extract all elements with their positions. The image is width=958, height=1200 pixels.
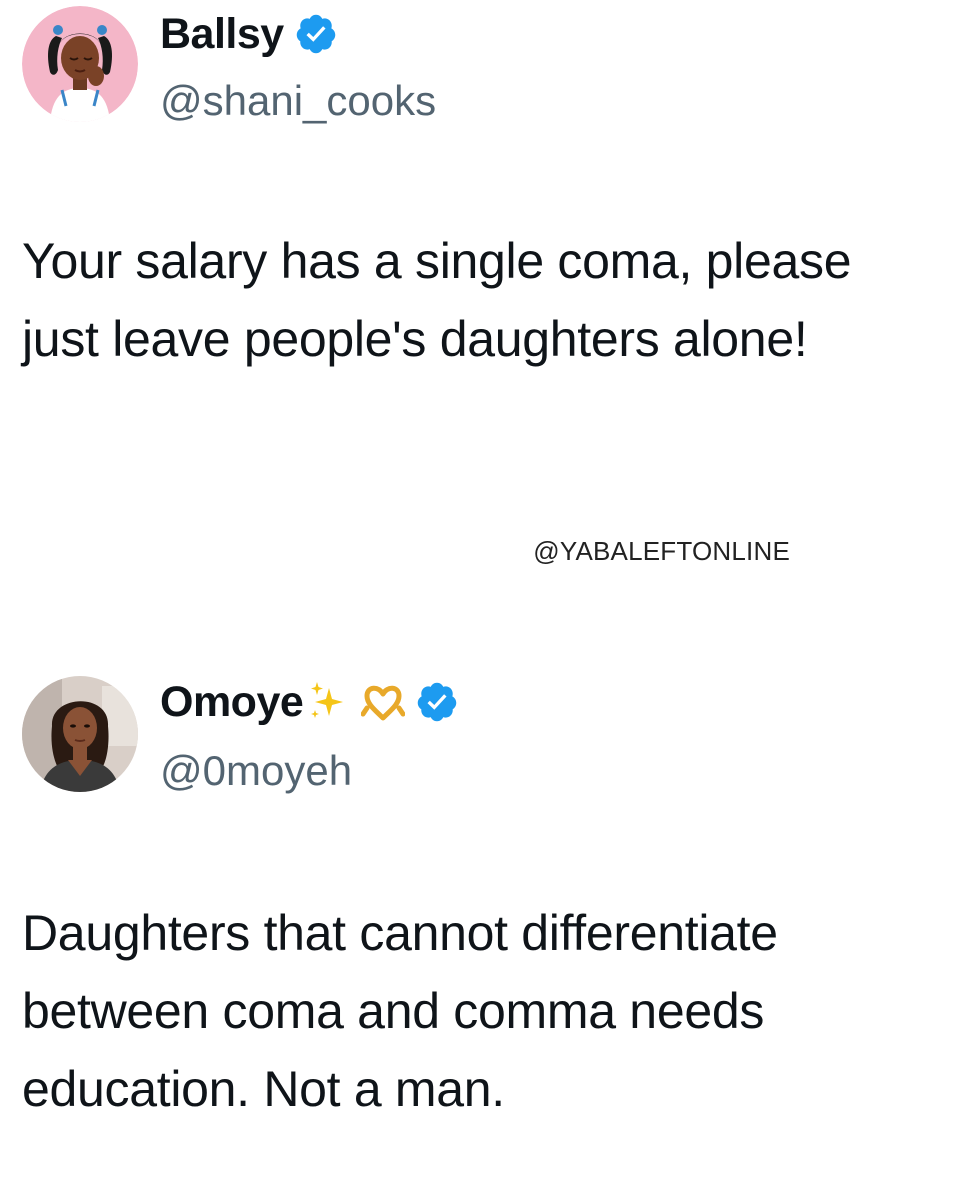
tweet-card-omoye: Omoye @0moyeh Daughters that cannot diff…	[0, 668, 958, 1200]
name-row: Ballsy	[160, 4, 338, 64]
display-name[interactable]: Omoye	[160, 680, 304, 724]
avatar-photo-woman-icon	[22, 676, 138, 792]
heart-hands-icon	[360, 680, 406, 724]
sparkles-icon	[307, 680, 351, 724]
display-name[interactable]: Ballsy	[160, 12, 284, 56]
avatar-cartoon-woman-icon	[22, 6, 138, 122]
tweet-text: Daughters that cannot differentiate betw…	[22, 905, 778, 1117]
verified-badge-icon	[415, 680, 459, 724]
avatar[interactable]	[22, 676, 138, 792]
tweet-card-ballsy: Ballsy @shani_cooks Your salary has a si…	[0, 0, 958, 566]
name-row: Omoye	[160, 672, 459, 732]
verified-badge-icon	[294, 12, 338, 56]
watermark-text: @YABALEFTONLINE	[533, 536, 790, 566]
user-handle[interactable]: @0moyeh	[160, 750, 352, 792]
avatar[interactable]	[22, 6, 138, 122]
tweet-text: Your salary has a single coma, please ju…	[22, 233, 852, 367]
user-handle[interactable]: @shani_cooks	[160, 80, 436, 122]
